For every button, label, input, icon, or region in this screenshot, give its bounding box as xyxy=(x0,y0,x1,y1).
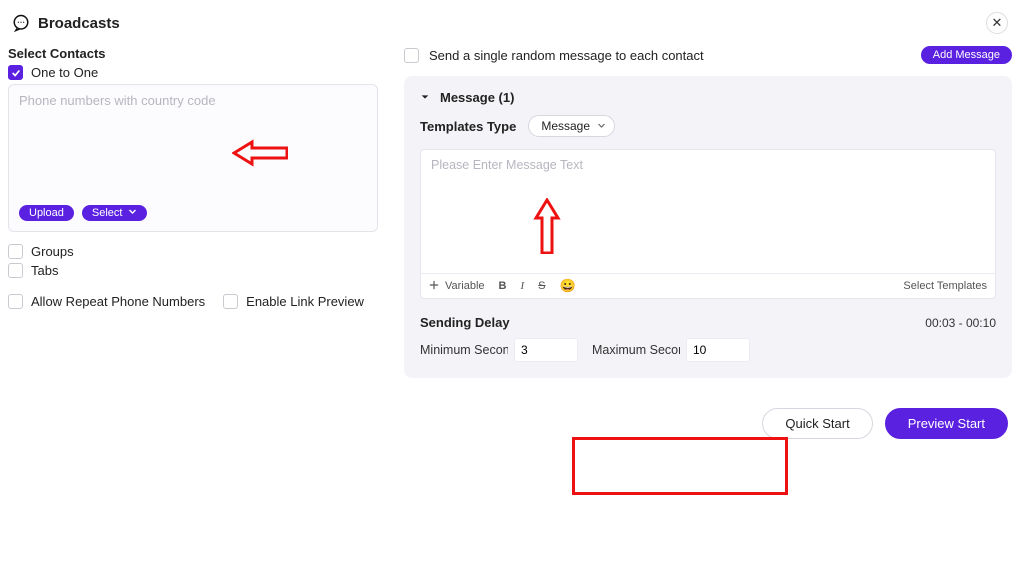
strike-button[interactable]: S xyxy=(538,280,545,292)
max-seconds-input[interactable] xyxy=(686,338,750,362)
preview-start-button[interactable]: Preview Start xyxy=(885,408,1008,439)
caret-down-icon xyxy=(420,90,430,105)
enable-link-label: Enable Link Preview xyxy=(246,294,364,309)
allow-repeat-label: Allow Repeat Phone Numbers xyxy=(31,294,205,309)
min-seconds-input[interactable] xyxy=(514,338,578,362)
upload-button[interactable]: Upload xyxy=(19,205,74,221)
sending-delay-label: Sending Delay xyxy=(420,315,510,330)
groups-label: Groups xyxy=(31,244,74,259)
enable-link-checkbox[interactable] xyxy=(223,294,238,309)
insert-variable-button[interactable]: Variable xyxy=(429,280,485,293)
close-icon: ✕ xyxy=(992,15,1003,31)
annotation-rectangle xyxy=(572,437,788,495)
chevron-down-icon xyxy=(597,119,606,133)
one-to-one-label: One to One xyxy=(31,65,98,80)
random-message-checkbox[interactable] xyxy=(404,48,419,63)
random-message-label: Send a single random message to each con… xyxy=(429,48,704,63)
italic-button[interactable]: I xyxy=(521,280,525,292)
message-card: Message (1) Templates Type Message xyxy=(404,76,1012,378)
page-title: Broadcasts xyxy=(38,15,120,32)
collapse-toggle[interactable] xyxy=(420,90,430,105)
bold-button[interactable]: B xyxy=(499,280,507,292)
phone-numbers-box: Upload Select xyxy=(8,84,378,232)
max-seconds-label: Maximum Seconds xyxy=(592,343,680,357)
plus-icon xyxy=(429,280,439,293)
add-message-button[interactable]: Add Message xyxy=(921,46,1012,64)
one-to-one-checkbox[interactable] xyxy=(8,65,23,80)
templates-type-value: Message xyxy=(541,119,590,133)
quick-start-button[interactable]: Quick Start xyxy=(762,408,872,439)
close-button[interactable]: ✕ xyxy=(986,12,1008,34)
select-dropdown-button[interactable]: Select xyxy=(82,205,148,221)
chat-bubble-icon xyxy=(12,14,30,32)
message-editor: Variable B I S 😀 Select Templates xyxy=(420,149,996,299)
emoji-button[interactable]: 😀 xyxy=(560,278,576,294)
chevron-down-icon xyxy=(126,207,137,219)
select-contacts-heading: Select Contacts xyxy=(8,46,378,61)
emoji-icon: 😀 xyxy=(560,278,576,293)
groups-checkbox[interactable] xyxy=(8,244,23,259)
tabs-checkbox[interactable] xyxy=(8,263,23,278)
tabs-label: Tabs xyxy=(31,263,58,278)
phone-numbers-input[interactable] xyxy=(19,93,367,193)
select-templates-link[interactable]: Select Templates xyxy=(903,280,987,292)
min-seconds-label: Minimum Seconds xyxy=(420,343,508,357)
templates-type-label: Templates Type xyxy=(420,119,516,134)
allow-repeat-checkbox[interactable] xyxy=(8,294,23,309)
delay-range: 00:03 - 00:10 xyxy=(925,316,996,330)
templates-type-select[interactable]: Message xyxy=(528,115,615,137)
message-textarea[interactable] xyxy=(421,150,995,270)
message-header-label: Message (1) xyxy=(440,90,514,105)
